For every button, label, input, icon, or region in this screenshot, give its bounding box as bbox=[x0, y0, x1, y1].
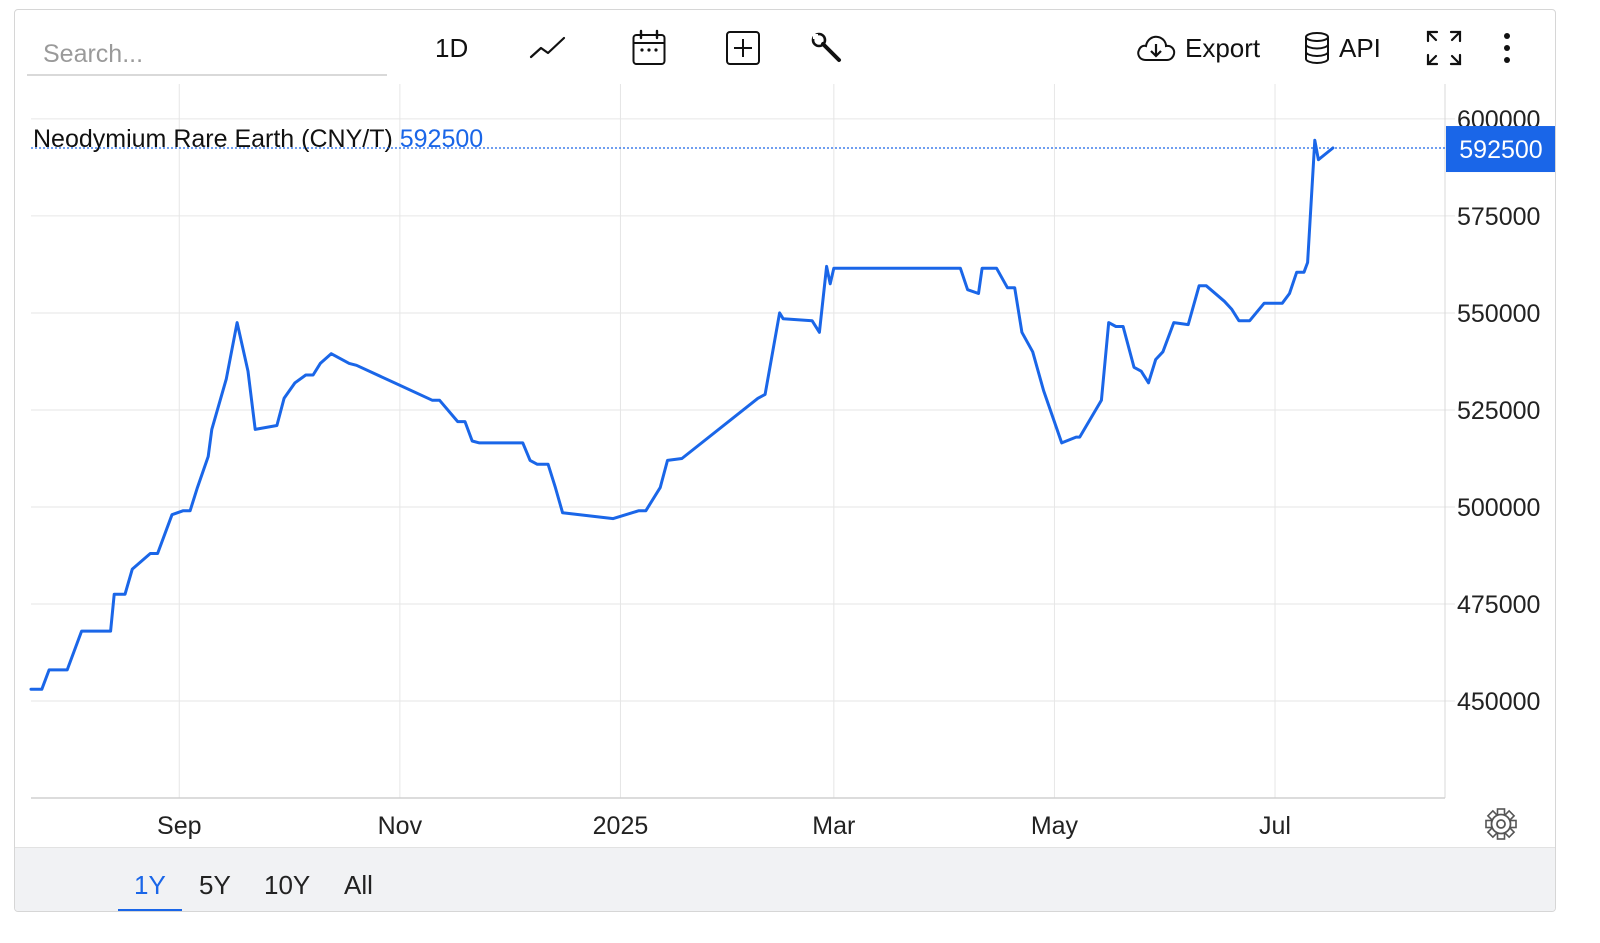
range-selector: 1Y 5Y 10Y All bbox=[15, 847, 1555, 911]
range-label: 1Y bbox=[134, 870, 166, 900]
chart-title-text: Neodymium Rare Earth (CNY/T) bbox=[33, 125, 400, 153]
chart-widget: 1D bbox=[14, 9, 1556, 912]
last-value-badge-label: 592500 bbox=[1459, 136, 1542, 164]
range-1y-button[interactable]: 1Y bbox=[118, 870, 182, 911]
x-tick-label: Nov bbox=[378, 812, 423, 840]
range-5y-button[interactable]: 5Y bbox=[183, 870, 247, 910]
chart-plot: 4500004750005000005250005500005750006000… bbox=[29, 84, 1555, 840]
y-tick-label: 550000 bbox=[1457, 300, 1540, 328]
x-tick-label: 2025 bbox=[593, 812, 649, 840]
range-label: 5Y bbox=[199, 870, 231, 900]
range-label: All bbox=[344, 870, 373, 900]
x-tick-label: Mar bbox=[812, 812, 855, 840]
range-all-button[interactable]: All bbox=[328, 870, 389, 910]
price-series-line bbox=[29, 138, 1335, 691]
x-tick-label: Jul bbox=[1259, 812, 1291, 840]
y-tick-label: 525000 bbox=[1457, 397, 1540, 425]
chart-title: Neodymium Rare Earth (CNY/T) 592500 bbox=[33, 125, 483, 153]
settings-gear-icon[interactable] bbox=[1485, 808, 1517, 840]
x-tick-label: May bbox=[1031, 812, 1079, 840]
chart-title-value: 592500 bbox=[400, 125, 483, 153]
range-label: 10Y bbox=[264, 870, 311, 900]
range-10y-button[interactable]: 10Y bbox=[248, 870, 326, 910]
y-tick-label: 500000 bbox=[1457, 494, 1540, 522]
y-tick-label: 450000 bbox=[1457, 688, 1540, 716]
x-tick-label: Sep bbox=[157, 812, 201, 840]
y-tick-label: 575000 bbox=[1457, 203, 1540, 231]
y-tick-label: 475000 bbox=[1457, 591, 1540, 619]
